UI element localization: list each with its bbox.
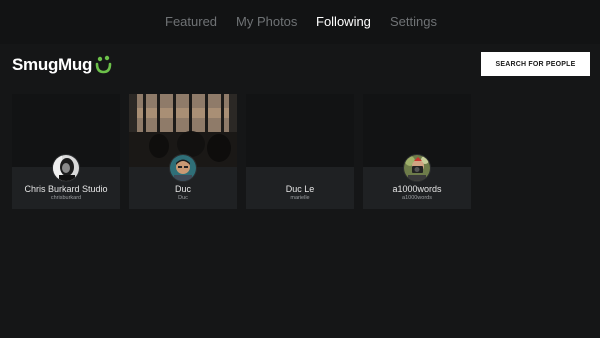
avatar [403,154,431,182]
following-card[interactable]: Chris Burkard Studio chrisburkard [12,94,120,209]
avatar-camera-portrait-icon [404,155,430,181]
following-card[interactable]: Duc Duc [129,94,237,209]
avatar [169,154,197,182]
tab-following[interactable]: Following [316,14,371,29]
top-nav: Featured My Photos Following Settings [0,0,600,44]
card-username: Duc [178,195,188,201]
avatar [52,154,80,182]
card-name: a1000words [392,184,442,194]
card-name: Chris Burkard Studio [24,184,108,194]
following-card[interactable]: a1000words a1000words [363,94,471,209]
card-name: Duc [174,184,191,194]
logo-text: SmugMug [12,55,93,74]
tab-settings[interactable]: Settings [390,14,437,29]
following-card[interactable]: Duc Le marielle [246,94,354,209]
card-cover [246,94,354,167]
avatar-bw-portrait-icon [53,155,79,181]
search-for-people-button[interactable]: SEARCH FOR PEOPLE [481,52,590,76]
card-username: a1000words [402,195,432,201]
card-username: chrisburkard [50,195,82,201]
tab-featured[interactable]: Featured [165,14,217,29]
smile-icon [95,55,112,74]
smugmug-logo: SmugMug [12,54,112,76]
card-name: Duc Le [285,184,315,194]
avatar-portrait-icon [170,155,196,181]
tab-my-photos[interactable]: My Photos [236,14,297,29]
card-username: marielle [290,195,310,201]
